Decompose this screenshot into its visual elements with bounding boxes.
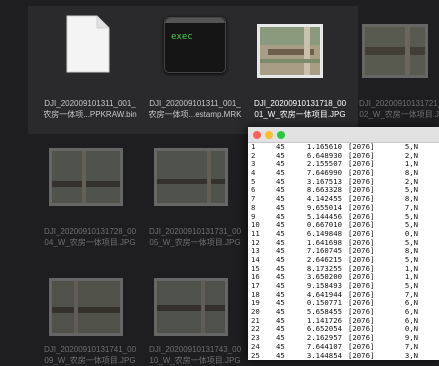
editor-content[interactable]: 1 45 1.165610 [2076] 5,N 2 45 6.648930 [2076] 2,N… [248, 143, 439, 360]
minimize-button[interactable] [265, 131, 273, 139]
editor-titlebar[interactable] [248, 127, 439, 143]
exec-icon: exec [164, 17, 226, 73]
file-caption: DJI_20200910131731_00 05_W_农房一体项目.JPG [148, 227, 242, 247]
file-item-0005[interactable]: DJI_20200910131731_00 05_W_农房一体项目.JPG [140, 140, 250, 255]
text-editor-window[interactable]: 1 45 1.165610 [2076] 5,N 2 45 6.648930 [2076] 2,N… [248, 127, 439, 360]
file-caption: DJI_20200910131743_00 10_W_农房一体项目.JPG [148, 345, 242, 365]
file-item-0001[interactable]: DJI_20200910131718_00 01_W_农房一体项目.JPG [245, 10, 355, 125]
file-caption: DJI_20200910131728_00 04_W_农房一体项目.JPG [43, 227, 137, 247]
file-item-0004[interactable]: DJI_20200910131728_00 04_W_农房一体项目.JPG [35, 140, 145, 255]
photo-icon [49, 148, 123, 206]
file-caption: DJI_20200910131741_00 09_W_农房一体项目.JPG [43, 345, 137, 365]
file-caption: DJI_202009101311_001_ 农房一体项...estamp.MRK [148, 99, 242, 119]
photo-icon [49, 278, 123, 336]
photo-icon [362, 24, 428, 78]
file-caption: DJI_20200910131721_0002_W_农房一体项目.JPG [358, 99, 439, 119]
file-caption: DJI_202009101311_001_ 农房一体项...PPKRAW.bin [43, 99, 137, 119]
zoom-button[interactable] [277, 131, 285, 139]
file-item-mrk[interactable]: exec DJI_202009101311_001_ 农房一体项...estamp… [140, 10, 250, 125]
file-item-0010[interactable]: DJI_20200910131743_00 10_W_农房一体项目.JPG [140, 270, 250, 365]
file-item-0009[interactable]: DJI_20200910131741_00 09_W_农房一体项目.JPG [35, 270, 145, 365]
photo-icon [154, 148, 228, 206]
photo-icon [154, 278, 228, 336]
file-caption: DJI_20200910131718_00 01_W_农房一体项目.JPG [253, 99, 347, 119]
document-icon [66, 15, 110, 73]
photo-icon [257, 24, 323, 78]
file-item-ppkraw[interactable]: DJI_202009101311_001_ 农房一体项...PPKRAW.bin [35, 10, 145, 125]
close-button[interactable] [253, 131, 261, 139]
file-item-0002[interactable]: DJI_20200910131721_0002_W_农房一体项目.JPG [350, 10, 439, 125]
